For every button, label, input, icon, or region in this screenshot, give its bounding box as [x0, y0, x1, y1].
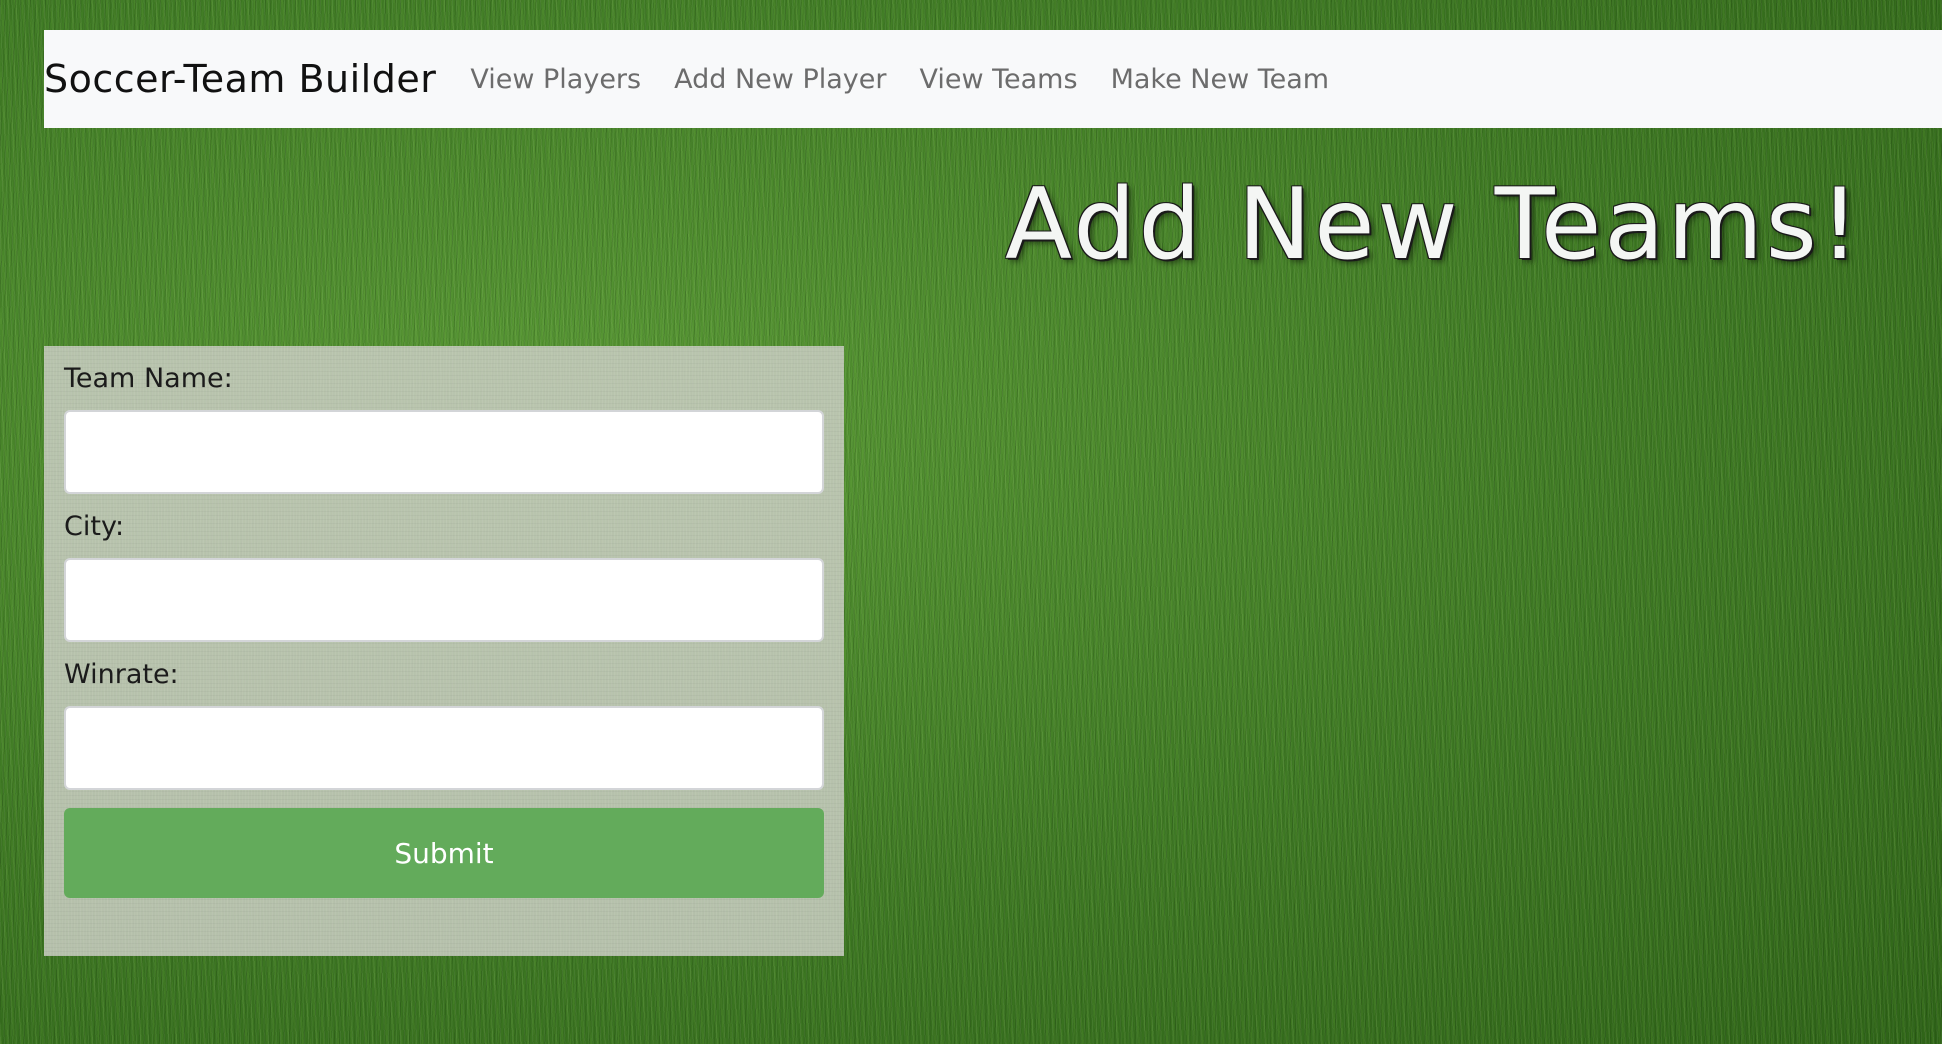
city-input[interactable] — [64, 558, 824, 642]
submit-button[interactable]: Submit — [64, 808, 824, 898]
team-name-input[interactable] — [64, 410, 824, 494]
page-heading: Add New Teams! — [1005, 168, 1863, 282]
city-label: City: — [64, 511, 125, 542]
nav-links: View Players Add New Player View Teams M… — [470, 64, 1362, 95]
nav-link-view-teams[interactable]: View Teams — [919, 64, 1077, 95]
winrate-label: Winrate: — [64, 659, 179, 690]
new-team-form: Team Name: City: Winrate: Submit — [44, 346, 844, 956]
brand-title[interactable]: Soccer-Team Builder — [44, 57, 436, 101]
team-name-label: Team Name: — [64, 363, 233, 394]
nav-link-view-players[interactable]: View Players — [470, 64, 641, 95]
top-navbar: Soccer-Team Builder View Players Add New… — [44, 30, 1942, 128]
nav-link-make-new-team[interactable]: Make New Team — [1111, 64, 1330, 95]
winrate-input[interactable] — [64, 706, 824, 790]
nav-link-add-new-player[interactable]: Add New Player — [674, 64, 886, 95]
